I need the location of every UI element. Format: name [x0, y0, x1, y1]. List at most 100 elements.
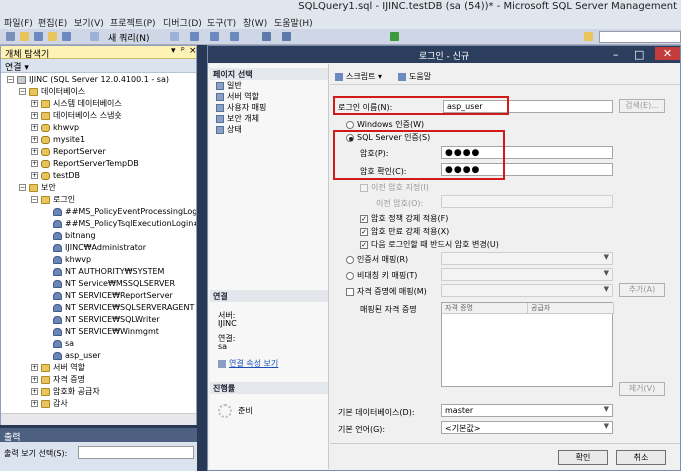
credential-mapping-checkbox[interactable]: 자격 증명에 매핑(M) — [346, 286, 427, 297]
tree-node[interactable]: − 보안 — [19, 182, 56, 194]
undo-icon[interactable] — [262, 32, 271, 41]
tree-node[interactable]: NT SERVICE₩SQLSERVERAGENT — [43, 302, 194, 314]
tree-node[interactable]: sa — [43, 338, 74, 350]
tree-node[interactable]: + testDB — [31, 170, 80, 182]
find-combo[interactable] — [599, 31, 681, 43]
maximize-icon[interactable]: □ — [634, 48, 644, 61]
expand-icon[interactable]: + — [31, 160, 38, 167]
specify-old-password-checkbox[interactable]: 이전 암호 지정(I) — [360, 182, 429, 193]
tree-node[interactable]: + 시스템 데이터베이스 — [31, 98, 122, 110]
tree-node[interactable]: + 감사 — [31, 398, 68, 410]
cut-icon[interactable] — [190, 32, 199, 41]
expand-icon[interactable]: + — [31, 148, 38, 155]
tree-node[interactable]: − 데이터베이스 — [19, 86, 85, 98]
tree-node[interactable]: + khwvp — [31, 122, 79, 134]
menu-tools[interactable]: 도구(T) — [207, 16, 236, 29]
tree-node[interactable]: asp_user — [43, 350, 101, 362]
close-icon[interactable]: × — [189, 46, 197, 56]
add-button[interactable]: 추가(A) — [619, 283, 665, 297]
open-file-icon[interactable] — [20, 32, 29, 41]
enforce-expiration-checkbox[interactable]: ✓ 암호 만료 강제 적용(X) — [360, 226, 449, 237]
tree-node[interactable]: − IJINC (SQL Server 12.0.4100.1 - sa) — [7, 74, 169, 86]
credential-select[interactable]: ▼ — [441, 284, 613, 297]
execute-icon[interactable] — [390, 32, 399, 41]
collapse-icon[interactable]: − — [7, 76, 14, 83]
remove-button[interactable]: 제거(V) — [619, 382, 665, 396]
expand-icon[interactable]: + — [31, 388, 38, 395]
menu-debug[interactable]: 디버그(D) — [163, 16, 202, 29]
cert-mapping-radio[interactable]: 인증서 매핑(R) — [346, 254, 408, 265]
collapse-icon[interactable]: − — [19, 184, 26, 191]
page-securables[interactable]: 보안 개체 — [216, 113, 259, 124]
tree-node[interactable]: NT SERVICE₩ReportServer — [43, 290, 173, 302]
pin-icon[interactable]: ▾ — [171, 46, 176, 56]
save-all-icon[interactable] — [62, 32, 71, 41]
tree-node[interactable]: + ReportServerTempDB — [31, 158, 139, 170]
help-button[interactable]: 도움말 — [398, 71, 431, 82]
cert-select[interactable]: ▼ — [441, 252, 613, 265]
tree-node[interactable]: + mysite1 — [31, 134, 85, 146]
database-engine-query-icon[interactable] — [170, 32, 179, 41]
expand-icon[interactable]: + — [31, 124, 38, 131]
tree-node[interactable]: + 서버 역할 — [31, 362, 85, 374]
expand-icon[interactable]: + — [31, 400, 38, 407]
tree-node[interactable]: + 자격 증명 — [31, 374, 85, 386]
must-change-checkbox[interactable]: ✓ 다음 로그인할 때 반드시 암호 변경(U) — [360, 239, 499, 250]
redo-icon[interactable] — [282, 32, 291, 41]
new-query-icon[interactable] — [90, 32, 99, 41]
search-button[interactable]: 검색(E)... — [619, 99, 665, 113]
page-status[interactable]: 상태 — [216, 124, 242, 135]
menu-file[interactable]: 파일(F) — [4, 16, 33, 29]
cancel-button[interactable]: 취소 — [616, 450, 666, 465]
page-user-mapping[interactable]: 사용자 매핑 — [216, 102, 266, 113]
expand-icon[interactable]: + — [31, 364, 38, 371]
new-project-icon[interactable] — [6, 32, 15, 41]
default-database-select[interactable]: master ▼ — [441, 404, 613, 417]
asym-key-select[interactable]: ▼ — [441, 268, 613, 281]
tree-node[interactable]: NT Service₩MSSQLSERVER — [43, 278, 175, 290]
tree-node[interactable]: + 암호화 공급자 — [31, 386, 100, 398]
default-language-select[interactable]: <기본값> ▼ — [441, 421, 613, 434]
expand-icon[interactable]: + — [31, 172, 38, 179]
menu-help[interactable]: 도움말(H) — [274, 16, 313, 29]
expand-icon[interactable]: + — [31, 112, 38, 119]
old-password-input[interactable] — [441, 195, 613, 208]
autohide-icon[interactable]: ᵖ — [181, 46, 185, 56]
collapse-icon[interactable]: − — [31, 196, 38, 203]
menu-project[interactable]: 프로젝트(P) — [110, 16, 156, 29]
tree-node[interactable]: IJINC₩Administrator — [43, 242, 146, 254]
output-source-select[interactable] — [78, 446, 194, 459]
view-connection-properties[interactable]: 연결 속성 보기 — [218, 358, 278, 369]
expand-icon[interactable]: + — [31, 100, 38, 107]
script-button[interactable]: 스크립트 ▾ — [335, 71, 382, 82]
open-icon[interactable] — [48, 32, 57, 41]
menu-window[interactable]: 창(W) — [243, 16, 267, 29]
expand-icon[interactable]: + — [31, 136, 38, 143]
connect-button[interactable]: 연결 ▾ — [5, 60, 29, 73]
tree-node[interactable]: ##MS_PolicyEventProcessingLog — [43, 206, 196, 218]
paste-icon[interactable] — [230, 32, 239, 41]
windows-auth-radio[interactable]: Windows 인증(W) — [346, 119, 424, 130]
tree-node[interactable]: + 데이터베이스 스냅숏 — [31, 110, 122, 122]
enforce-policy-checkbox[interactable]: ✓ 암호 정책 강제 적용(F) — [360, 213, 448, 224]
find-icon[interactable] — [584, 32, 593, 41]
tree-node[interactable]: ##MS_PolicyTsqlExecutionLogin# — [43, 218, 196, 230]
new-query-button[interactable]: 새 쿼리(N) — [108, 31, 149, 44]
tree-node[interactable]: − 로그인 — [31, 194, 75, 206]
horizontal-scrollbar[interactable] — [1, 413, 196, 425]
mapped-credentials-grid[interactable]: 자격 증명 공급자 — [441, 302, 614, 387]
minimize-icon[interactable]: – — [613, 48, 619, 61]
tree-node[interactable]: NT AUTHORITY₩SYSTEM — [43, 266, 164, 278]
save-icon[interactable] — [34, 32, 43, 41]
tree-node[interactable]: NT SERVICE₩SQLWriter — [43, 314, 160, 326]
ok-button[interactable]: 확인 — [558, 450, 608, 465]
asym-key-radio[interactable]: 비대칭 키 매핑(T) — [346, 270, 417, 281]
copy-icon[interactable] — [210, 32, 219, 41]
tree-node[interactable]: khwvp — [43, 254, 91, 266]
page-general[interactable]: 일반 — [216, 80, 242, 91]
menu-edit[interactable]: 편집(E) — [38, 16, 67, 29]
expand-icon[interactable]: + — [31, 376, 38, 383]
tree-node[interactable]: + ReportServer — [31, 146, 106, 158]
dialog-close-icon[interactable]: ✕ — [655, 47, 680, 60]
tree-node[interactable]: NT SERVICE₩Winmgmt — [43, 326, 159, 338]
